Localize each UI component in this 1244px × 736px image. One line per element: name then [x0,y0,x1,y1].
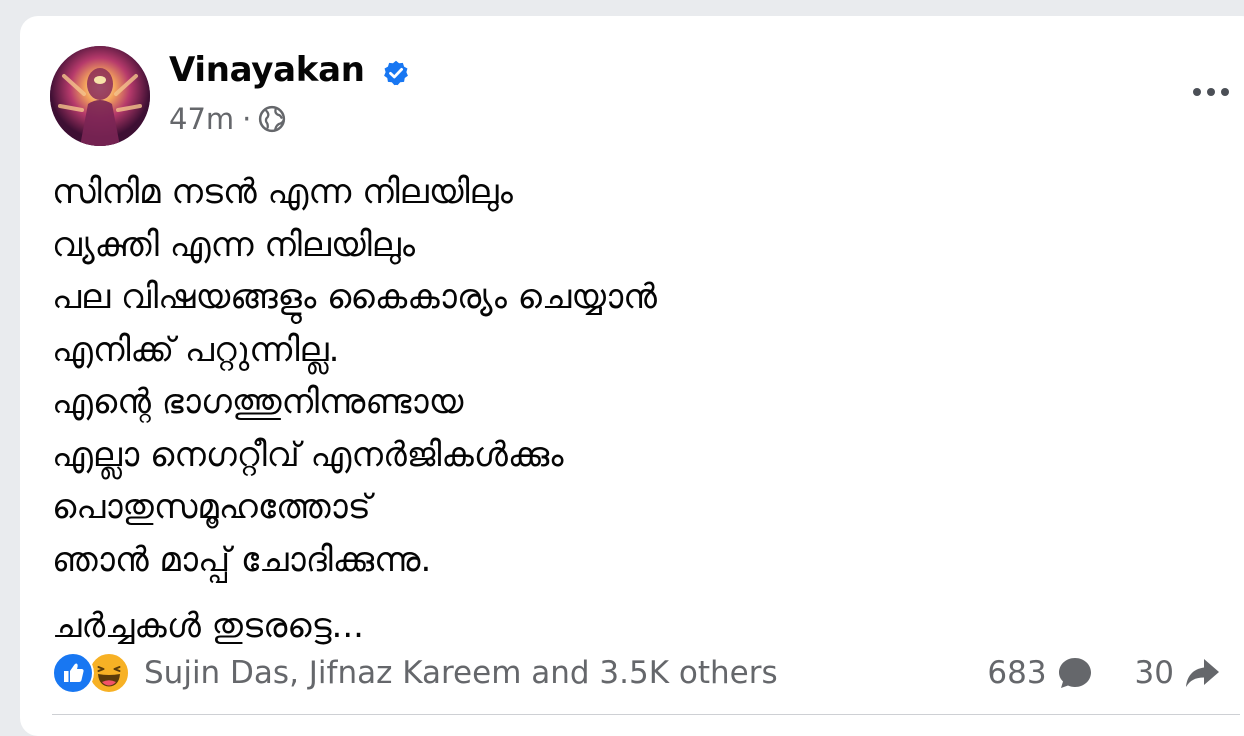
reaction-summary[interactable]: Sujin Das, Jifnaz Kareem and 3.5K others [52,648,778,698]
like-icon [52,652,94,694]
share-count[interactable]: 30 [1135,653,1222,693]
post-line: ഞാൻ മാപ്പ് ചോദിക്കുന്നു. [52,539,432,580]
comment-icon [1058,658,1091,688]
post-card: Vinayakan 47m · സിനിമ നടൻ എന്ന നിലയിലും … [20,16,1244,736]
share-icon [1186,659,1219,687]
avatar-image [50,46,150,146]
haha-icon [88,652,130,694]
share-count-value: 30 [1134,655,1174,691]
globe-icon[interactable] [257,104,287,134]
post-meta: 47m · [169,102,287,136]
post-timestamp[interactable]: 47m [169,102,234,136]
post-line: സിനിമ നടൻ എന്ന നിലയിലും [52,172,513,212]
post-line: എന്റെ ഭാഗത്തുനിന്നുണ്ടായ [52,382,464,422]
author-name[interactable]: Vinayakan [169,50,365,90]
post-line: വ്യക്തി എന്ന നിലയിലും [52,224,416,265]
meta-separator: · [242,102,252,136]
comment-count-value: 683 [987,655,1047,691]
post-header: Vinayakan 47m · [50,46,1244,156]
post-line: പൊതുസമൂഹത്തോട് [52,487,371,527]
post-closing-line: ചർച്ചകൾ തുടരട്ടെ... [52,606,364,646]
post-line: എനിക്ക് പറ്റുന്നില്ല. [52,329,340,370]
post-line: പല വിഷയങ്ങളും കൈകാര്യം ചെയ്യാൻ [52,277,657,317]
post-text: സിനിമ നടൻ എന്ന നിലയിലും വ്യക്തി എന്ന നില… [52,166,1202,653]
verified-badge-icon [384,60,408,86]
reaction-names[interactable]: Sujin Das, Jifnaz Kareem and 3.5K others [144,655,778,691]
author-avatar[interactable] [50,46,150,146]
more-options-icon[interactable] [1190,82,1232,102]
comment-count[interactable]: 683 [987,653,1094,693]
post-stats: 683 30 [987,648,1222,698]
post-line: എല്ലാ നെഗറ്റീവ് എനർജികൾക്കും [52,434,564,475]
divider [52,714,1240,715]
